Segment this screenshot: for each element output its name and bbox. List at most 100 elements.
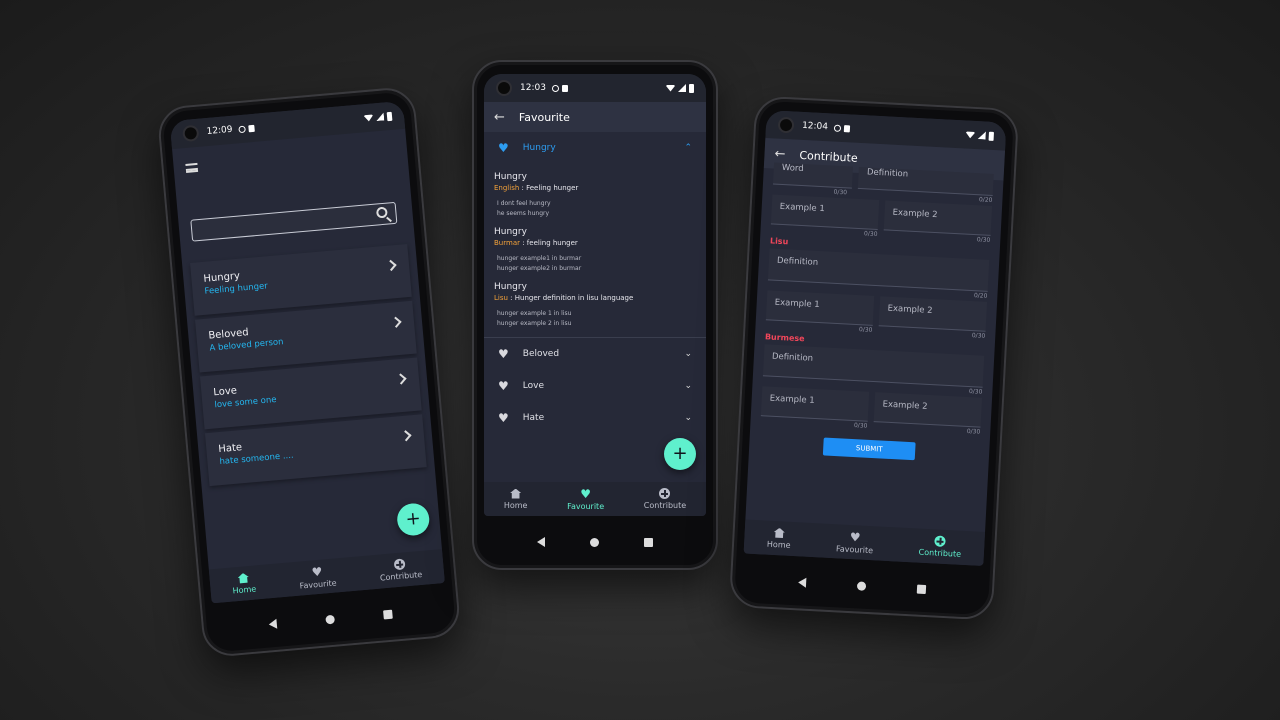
chevron-down-icon[interactable]: ⌄ bbox=[684, 413, 692, 423]
bottom-nav: Home ♥ Favourite Contribute bbox=[484, 482, 706, 516]
camera-cutout bbox=[496, 80, 512, 96]
lisu-example-1-field[interactable]: Example 1 bbox=[765, 290, 875, 326]
definition-block: Hungry Burmar : feeling hunger hunger ex… bbox=[494, 227, 696, 274]
lang-label: Lisu bbox=[494, 294, 508, 302]
recents-icon[interactable] bbox=[917, 584, 927, 594]
heart-icon: ♥ bbox=[311, 564, 323, 580]
nav-contribute-label: Contribute bbox=[918, 547, 962, 559]
nav-home[interactable]: Home bbox=[231, 572, 256, 595]
search-icon[interactable] bbox=[375, 206, 388, 219]
nav-contribute[interactable]: Contribute bbox=[918, 535, 961, 559]
nav-favourite-label: Favourite bbox=[299, 577, 337, 591]
wifi-icon bbox=[364, 114, 374, 122]
nav-favourite-label: Favourite bbox=[567, 501, 605, 511]
phone-contribute: 12:04 ← Contribute Word Definition 0/30 … bbox=[728, 95, 1020, 621]
system-nav-bar bbox=[474, 516, 716, 568]
accordion-item-beloved[interactable]: ♥ Beloved ⌄ bbox=[484, 338, 706, 370]
heart-icon[interactable]: ♥ bbox=[498, 141, 509, 155]
nav-contribute[interactable]: Contribute bbox=[644, 488, 686, 510]
phone-favourite: 12:03 ← Favourite ♥ Hungry ⌃ Hungry Engl… bbox=[472, 60, 718, 570]
home-screen: 12:09 Hungry Feeling hunger Beloved A be… bbox=[169, 100, 445, 604]
sim-icon bbox=[843, 124, 850, 132]
example-1-field[interactable]: Example 1 bbox=[770, 194, 880, 231]
def-word: Hungry bbox=[494, 172, 527, 182]
accordion-label: Hungry bbox=[522, 143, 556, 153]
sim-icon bbox=[248, 124, 255, 132]
heart-icon[interactable]: ♥ bbox=[498, 347, 509, 361]
home-button-icon[interactable] bbox=[325, 614, 335, 624]
lang-label: English bbox=[494, 184, 520, 192]
nav-contribute[interactable]: Contribute bbox=[378, 557, 423, 583]
sync-icon bbox=[238, 125, 246, 133]
definition-block: Hungry English : Feeling hunger I dont f… bbox=[494, 172, 696, 219]
accordion-body: Hungry English : Feeling hunger I dont f… bbox=[484, 172, 706, 329]
example-text: hunger example 1 in lisu bbox=[497, 310, 572, 317]
add-fab-button[interactable]: + bbox=[664, 438, 696, 470]
sync-icon bbox=[833, 124, 842, 132]
signal-icon bbox=[978, 131, 986, 139]
home-icon bbox=[774, 528, 786, 539]
signal-icon bbox=[376, 113, 385, 122]
heart-icon[interactable]: ♥ bbox=[498, 411, 509, 425]
burmese-example-1-field[interactable]: Example 1 bbox=[760, 386, 870, 422]
nav-contribute-label: Contribute bbox=[379, 569, 423, 583]
battery-icon bbox=[988, 131, 995, 141]
status-time: 12:09 bbox=[206, 124, 233, 137]
wifi-icon bbox=[666, 84, 675, 92]
def-word: Hungry bbox=[494, 227, 527, 237]
word-list: Hungry Feeling hunger Beloved A beloved … bbox=[190, 243, 427, 490]
nav-favourite[interactable]: ♥ Favourite bbox=[567, 488, 604, 511]
back-arrow-icon[interactable]: ← bbox=[494, 111, 505, 124]
battery-icon bbox=[386, 111, 393, 121]
examples: hunger example 1 in lisu hunger example … bbox=[494, 309, 696, 329]
definition-block: Hungry Lisu : Hunger definition in lisu … bbox=[494, 282, 696, 329]
camera-cutout bbox=[182, 124, 200, 143]
examples: I dont feel hungry he seems hungry bbox=[494, 199, 696, 219]
accordion-label: Beloved bbox=[522, 349, 560, 359]
back-icon[interactable] bbox=[797, 577, 807, 588]
home-button-icon[interactable] bbox=[589, 537, 599, 547]
accordion-item-hate[interactable]: ♥ Hate ⌄ bbox=[484, 402, 706, 434]
example-text: hunger example1 in burmar bbox=[497, 255, 582, 262]
def-line: Burmar : feeling hunger bbox=[494, 239, 578, 247]
status-bar: 12:09 bbox=[169, 100, 406, 150]
nav-home[interactable]: Home bbox=[767, 527, 792, 549]
submit-button[interactable]: SUBMIT bbox=[822, 437, 916, 461]
signal-icon bbox=[678, 84, 686, 92]
home-icon bbox=[510, 488, 522, 499]
chevron-down-icon[interactable]: ⌄ bbox=[684, 349, 692, 359]
accordion-item-hungry[interactable]: ♥ Hungry ⌃ bbox=[484, 132, 706, 164]
example-text: he seems hungry bbox=[497, 210, 550, 217]
home-button-icon[interactable] bbox=[856, 580, 867, 591]
search-input[interactable] bbox=[190, 201, 398, 242]
chevron-up-icon[interactable]: ⌃ bbox=[684, 143, 692, 153]
status-time: 12:04 bbox=[801, 120, 829, 133]
example-text: hunger example2 in burmar bbox=[497, 265, 582, 272]
nav-favourite[interactable]: ♥ Favourite bbox=[835, 529, 874, 555]
definition-text: feeling hunger bbox=[526, 239, 578, 247]
burmese-example-2-field[interactable]: Example 2 bbox=[873, 392, 983, 428]
sim-icon bbox=[561, 84, 568, 92]
recents-icon[interactable] bbox=[383, 609, 394, 619]
chevron-down-icon[interactable]: ⌄ bbox=[684, 381, 692, 391]
back-icon[interactable] bbox=[536, 537, 545, 547]
def-line: Lisu : Hunger definition in lisu languag… bbox=[494, 294, 634, 302]
menu-icon[interactable] bbox=[185, 162, 199, 173]
add-fab-button[interactable]: + bbox=[395, 502, 431, 537]
accordion-item-love[interactable]: ♥ Love ⌄ bbox=[484, 370, 706, 402]
example-2-field[interactable]: Example 2 bbox=[883, 200, 993, 236]
nav-favourite[interactable]: ♥ Favourite bbox=[298, 564, 337, 590]
plus-circle-icon bbox=[934, 535, 947, 548]
nav-favourite-label: Favourite bbox=[835, 543, 874, 555]
def-line: English : Feeling hunger bbox=[494, 184, 579, 192]
lisu-example-2-field[interactable]: Example 2 bbox=[878, 296, 988, 332]
word-field[interactable]: Word bbox=[772, 162, 854, 189]
lang-label: Burmar bbox=[494, 239, 520, 247]
plus-circle-icon bbox=[394, 558, 407, 571]
wifi-icon bbox=[966, 131, 975, 138]
recents-icon[interactable] bbox=[644, 537, 654, 547]
back-icon[interactable] bbox=[268, 618, 277, 630]
back-arrow-icon[interactable]: ← bbox=[774, 146, 786, 162]
nav-home[interactable]: Home bbox=[504, 488, 527, 510]
heart-icon[interactable]: ♥ bbox=[498, 379, 509, 393]
